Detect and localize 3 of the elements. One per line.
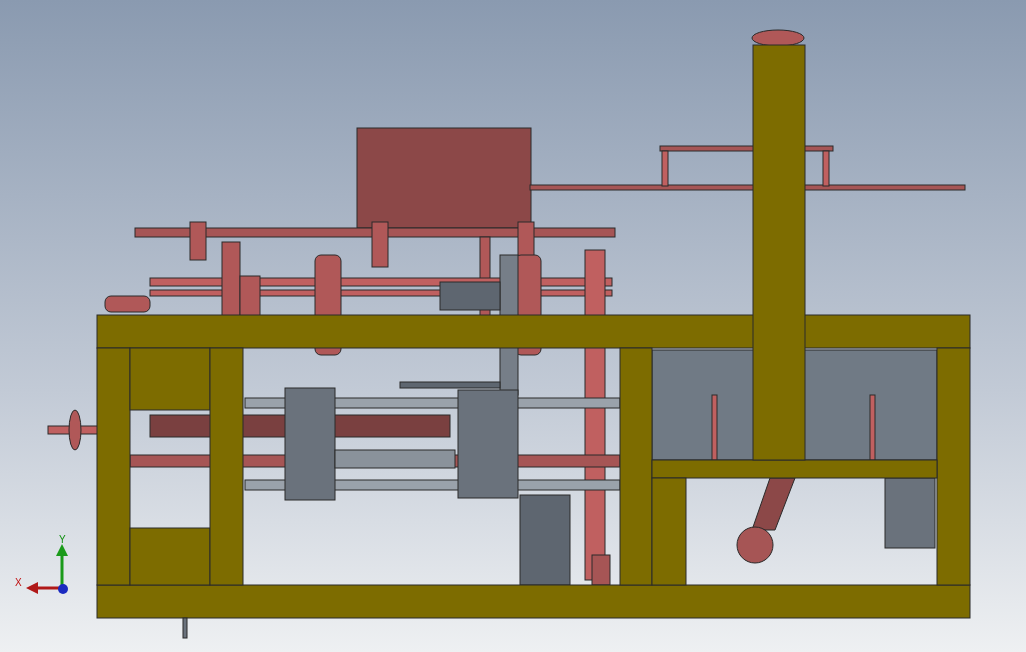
- y-axis-label: Y: [59, 534, 66, 545]
- x-axis-label: X: [15, 577, 22, 588]
- axis-triad-icon: [26, 544, 68, 594]
